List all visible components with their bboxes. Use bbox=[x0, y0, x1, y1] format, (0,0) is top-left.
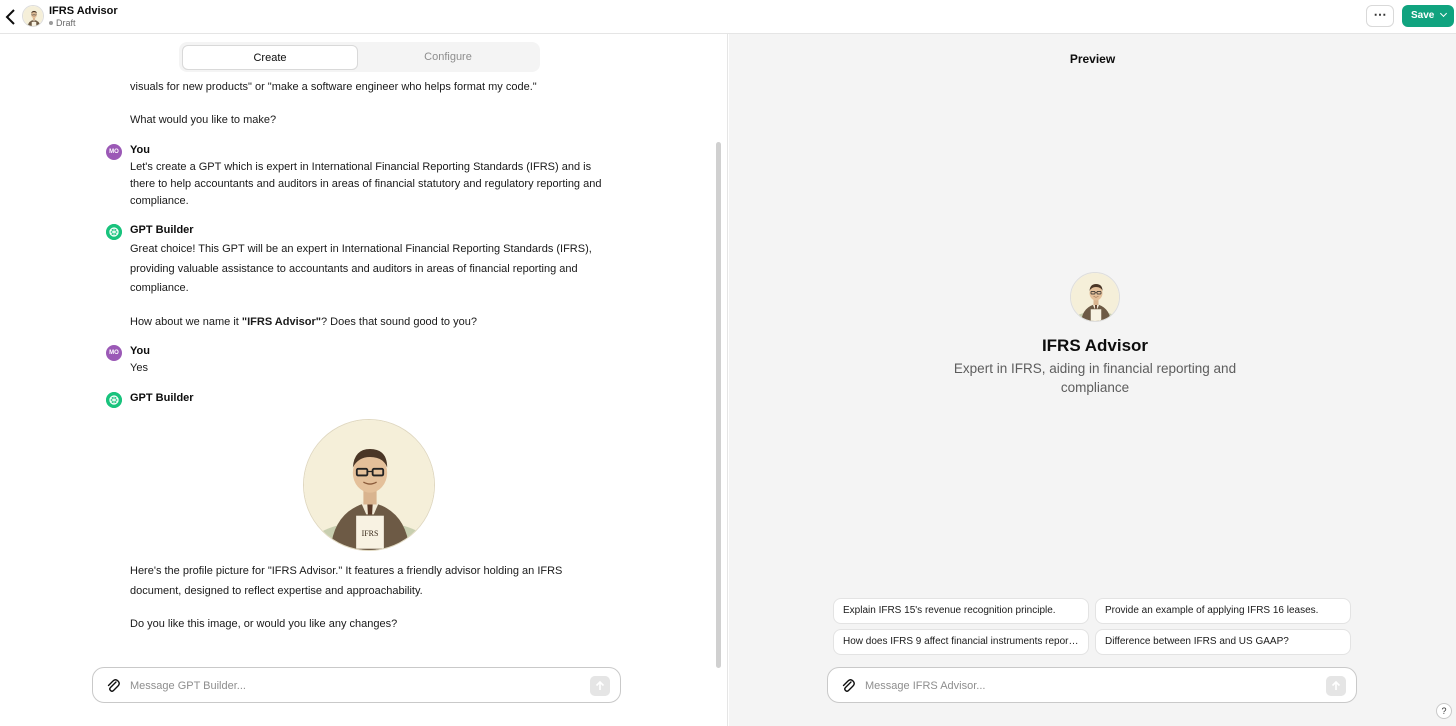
message-line: compliance. bbox=[130, 195, 189, 207]
suggestion-chip[interactable]: Explain IFRS 15's revenue recognition pr… bbox=[833, 598, 1089, 624]
message-line: Do you like this image, or would you lik… bbox=[130, 618, 398, 630]
paperclip-icon[interactable] bbox=[840, 677, 856, 695]
send-arrow-icon[interactable] bbox=[1326, 676, 1346, 696]
message-line: Great choice! This GPT will be an expert… bbox=[130, 243, 592, 255]
message-line: Let's create a GPT which is expert in In… bbox=[130, 161, 592, 173]
message-line: document, designed to reflect expertise … bbox=[130, 584, 423, 597]
tab-configure[interactable]: Configure bbox=[360, 45, 536, 70]
builder-message: Here's the profile picture for "IFRS Adv… bbox=[130, 562, 615, 635]
builder-message: Great choice! This GPT will be an expert… bbox=[130, 240, 615, 332]
openai-logo-icon bbox=[106, 392, 122, 408]
user-message: Let's create a GPT which is expert in In… bbox=[130, 159, 615, 210]
message-author: You bbox=[130, 345, 150, 357]
intro-text: visuals for new products" or "make a sof… bbox=[130, 79, 615, 129]
top-bar: IFRS Advisor Draft ⋯ Save bbox=[0, 0, 1456, 34]
draft-status: Draft bbox=[49, 18, 76, 28]
preview-title: Preview bbox=[1069, 52, 1116, 66]
more-options-button[interactable]: ⋯ bbox=[1366, 5, 1394, 27]
suggested-name: "IFRS Advisor" bbox=[241, 315, 321, 328]
preview-message-input[interactable] bbox=[865, 676, 1265, 696]
builder-message-input[interactable] bbox=[130, 676, 530, 696]
intro-line: visuals for new products" or "make a sof… bbox=[130, 81, 537, 93]
chevron-down-icon bbox=[1439, 9, 1448, 18]
paperclip-icon[interactable] bbox=[105, 677, 121, 695]
gpt-avatar-small bbox=[22, 5, 44, 27]
name-prompt-text: ? Does that sound good to you? bbox=[320, 315, 477, 328]
name-suggestion: How about we name it "IFRS Advisor"? Doe… bbox=[130, 313, 615, 333]
gpt-description: Expert in IFRS, aiding in financial repo… bbox=[953, 361, 1237, 395]
suggestion-chip[interactable]: Difference between IFRS and US GAAP? bbox=[1095, 629, 1351, 655]
builder-composer bbox=[92, 667, 621, 703]
user-avatar: MO bbox=[106, 144, 122, 160]
message-line: compliance. bbox=[130, 282, 189, 294]
message-author: You bbox=[130, 144, 150, 156]
message-author: GPT Builder bbox=[130, 392, 194, 404]
name-prompt-text: How about we name it bbox=[130, 315, 242, 328]
intro-question: What would you like to make? bbox=[130, 114, 277, 126]
back-arrow-icon[interactable] bbox=[4, 8, 18, 26]
preview-composer bbox=[827, 667, 1357, 703]
generated-profile-picture[interactable]: IFRS bbox=[303, 419, 435, 551]
user-message: Yes bbox=[130, 360, 615, 377]
message-line: Here's the profile picture for "IFRS Adv… bbox=[130, 565, 563, 577]
suggestion-chip[interactable]: Provide an example of applying IFRS 16 l… bbox=[1095, 598, 1351, 624]
user-avatar: MO bbox=[106, 345, 122, 361]
message-author: GPT Builder bbox=[130, 224, 194, 236]
message-line: providing valuable assistance to account… bbox=[130, 262, 578, 275]
send-arrow-icon[interactable] bbox=[590, 676, 610, 696]
message-line: Yes bbox=[130, 362, 148, 374]
save-label: Save bbox=[1411, 10, 1435, 21]
save-button[interactable]: Save bbox=[1402, 5, 1454, 27]
chat-scrollbar[interactable] bbox=[716, 142, 721, 668]
gpt-avatar-large bbox=[1070, 272, 1120, 322]
builder-pane: Create Configure visuals for new product… bbox=[0, 34, 728, 726]
gpt-title: IFRS Advisor bbox=[49, 5, 118, 17]
draft-label: Draft bbox=[56, 18, 76, 28]
status-dot-icon bbox=[49, 20, 53, 25]
message-line: there to help accountants and auditors i… bbox=[130, 178, 602, 190]
preview-pane: Preview IFRS Advisor Expert in IFRS, aid… bbox=[729, 34, 1456, 726]
mode-tabs: Create Configure bbox=[179, 42, 540, 72]
ifrs-document-label: IFRS bbox=[362, 529, 379, 538]
gpt-name: IFRS Advisor bbox=[1041, 336, 1149, 355]
openai-logo-icon bbox=[106, 224, 122, 240]
tab-create[interactable]: Create bbox=[182, 45, 358, 70]
help-button[interactable]: ? bbox=[1436, 703, 1452, 719]
suggestion-chip[interactable]: How does IFRS 9 affect financial instrum… bbox=[833, 629, 1089, 655]
